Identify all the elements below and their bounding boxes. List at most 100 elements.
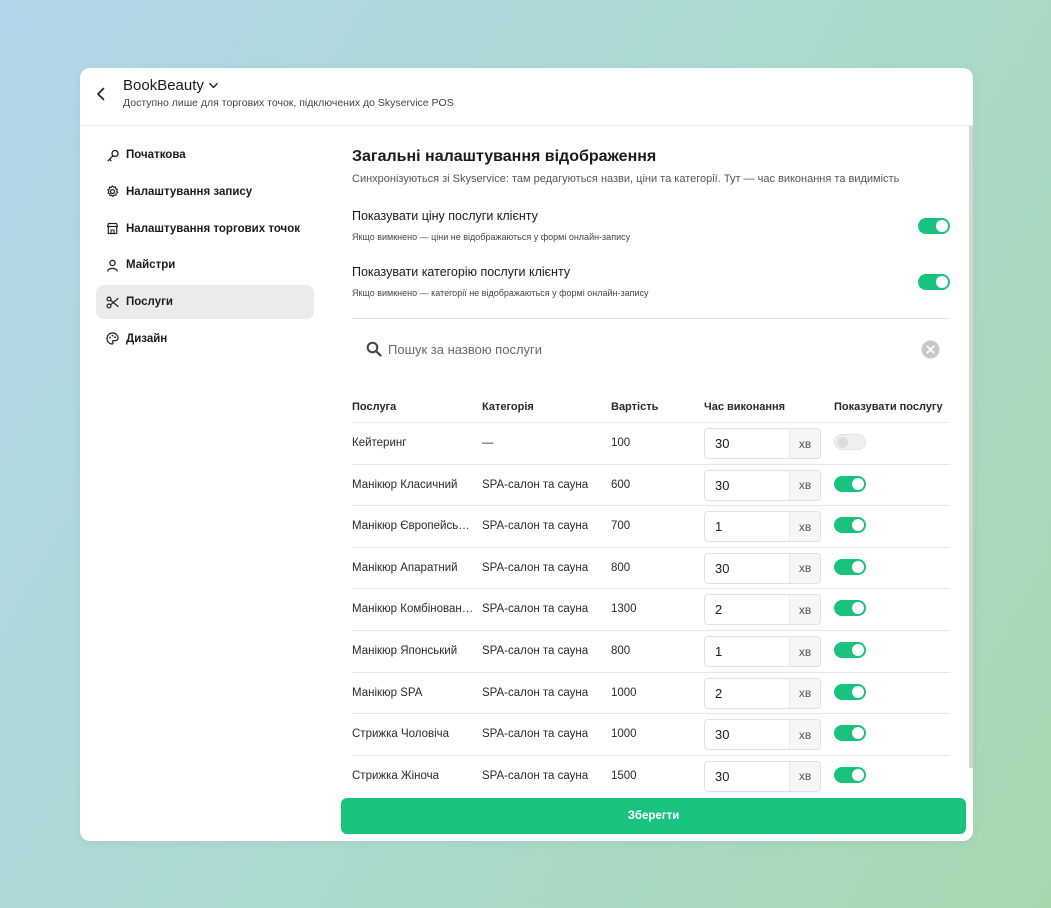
column-header-visible: Показувати послугу (834, 401, 943, 413)
back-button[interactable] (94, 86, 108, 102)
table-row: Кейтеринг — 100 хв (352, 422, 950, 464)
duration-unit: хв (789, 637, 820, 666)
show-category-toggle[interactable] (918, 274, 950, 290)
duration-unit: хв (789, 512, 820, 542)
service-price: 1500 (611, 769, 637, 782)
sidebar-item-label: Налаштування запису (126, 185, 253, 198)
duration-input[interactable] (705, 553, 789, 583)
service-name: Манікюр SPA (352, 686, 423, 699)
show-price-toggle[interactable] (918, 218, 950, 234)
duration-unit: хв (789, 678, 820, 708)
duration-field: хв (704, 594, 821, 626)
search-input[interactable] (388, 338, 908, 360)
sidebar-item-outlets[interactable]: Налаштування торгових точок (96, 212, 314, 246)
service-name: Стрижка Жіноча (352, 769, 440, 782)
header: BookBeauty Доступно лише для торгових то… (80, 68, 973, 126)
table-row: Манікюр Європейський SPA-салон та сауна 70… (352, 505, 950, 547)
clear-search-icon[interactable] (921, 340, 940, 359)
duration-field: хв (704, 719, 821, 751)
duration-unit: хв (789, 595, 820, 625)
service-category: SPA-салон та сауна (482, 561, 589, 574)
scissors-icon (106, 296, 119, 309)
service-name: Манікюр Апаратний (352, 561, 458, 574)
sidebar-item-booking-settings[interactable]: Налаштування запису (96, 175, 314, 209)
page-subtitle: Синхронізуються зі Skyservice: там редаг… (352, 173, 900, 185)
table-row: Стрижка Жіноча SPA-салон та сауна 1500 хв (352, 754, 950, 797)
sidebar-item-services[interactable]: Послуги (96, 285, 314, 320)
service-visibility-toggle[interactable] (834, 725, 866, 742)
show-price-hint: Якщо вимкнено — ціни не відображаються у… (352, 232, 631, 242)
duration-input[interactable] (705, 761, 789, 791)
duration-input[interactable] (705, 678, 789, 708)
service-visibility-toggle[interactable] (834, 434, 866, 450)
duration-input[interactable] (705, 470, 789, 500)
service-category: SPA-салон та сауна (482, 645, 589, 657)
duration-input[interactable] (705, 512, 789, 542)
sidebar: Початкова Налаштування запису Налаштування… (96, 138, 314, 359)
gear-icon (107, 185, 119, 198)
sidebar-item-label: Майстри (126, 259, 176, 272)
store-icon (106, 222, 119, 235)
service-visibility-toggle[interactable] (834, 642, 866, 658)
service-name: Манікюр Японський (352, 645, 458, 657)
user-icon (107, 259, 118, 272)
service-category: SPA-салон та сауна (482, 603, 589, 616)
service-visibility-toggle[interactable] (834, 683, 866, 700)
service-visibility-toggle[interactable] (834, 558, 866, 575)
table-row: Манікюр SPA SPA-салон та сауна 1000 хв (352, 671, 950, 714)
service-category: SPA-салон та сауна (482, 769, 589, 782)
service-price: 1000 (611, 686, 637, 699)
sidebar-item-label: Дизайн (126, 332, 168, 345)
table-row: Манікюр Класичний SPA-салон та сауна 600 хв (352, 463, 950, 506)
duration-field: хв (704, 677, 821, 709)
save-button[interactable]: Зберегти (341, 798, 966, 834)
service-name: Манікюр Комбінований (352, 603, 474, 616)
duration-field: хв (704, 428, 821, 459)
column-header-category: Категорія (482, 401, 534, 413)
duration-unit: хв (789, 470, 820, 500)
scrollbar-thumb[interactable] (969, 126, 973, 768)
page-title: Загальні налаштування відображення (352, 148, 657, 165)
column-header-service: Послуга (352, 401, 397, 413)
duration-input[interactable] (705, 429, 789, 458)
duration-unit: хв (789, 720, 820, 750)
key-icon (107, 149, 119, 161)
duration-field: хв (704, 511, 821, 543)
app-title: BookBeauty (123, 77, 204, 94)
section-divider (352, 318, 950, 319)
show-category-label: Показувати категорію послуги клієнту (352, 265, 571, 279)
service-visibility-toggle[interactable] (834, 475, 866, 492)
duration-input[interactable] (705, 720, 789, 750)
search-icon (366, 341, 382, 357)
duration-input[interactable] (705, 637, 789, 666)
sidebar-item-label: Початкова (126, 149, 186, 161)
sidebar-item-label: Налаштування торгових точок (126, 222, 301, 235)
service-visibility-toggle[interactable] (834, 517, 866, 534)
app-switcher[interactable]: BookBeauty (123, 77, 219, 94)
service-category: SPA-салон та сауна (482, 686, 589, 699)
sidebar-item-masters[interactable]: Майстри (96, 248, 314, 282)
service-price: 600 (611, 478, 631, 491)
duration-field: хв (704, 469, 821, 501)
service-price: 1000 (611, 728, 637, 741)
service-name: Кейтеринг (352, 437, 407, 449)
show-category-hint: Якщо вимкнено — категорії не відображают… (352, 288, 649, 298)
duration-input[interactable] (705, 595, 789, 625)
duration-field: хв (704, 552, 821, 584)
sidebar-item-label: Послуги (126, 296, 173, 309)
service-name: Стрижка Чоловіча (352, 728, 450, 741)
service-visibility-toggle[interactable] (834, 766, 866, 783)
sidebar-item-home[interactable]: Початкова (96, 138, 314, 172)
service-category: — (482, 437, 494, 449)
duration-field: хв (704, 760, 821, 792)
palette-icon (106, 332, 119, 346)
column-header-price: Вартість (611, 401, 659, 413)
table-row: Манікюр Японський SPA-салон та сауна 800 хв (352, 630, 950, 672)
service-price: 700 (611, 520, 631, 533)
sidebar-item-design[interactable]: Дизайн (96, 322, 314, 356)
service-price: 100 (611, 437, 631, 449)
service-category: SPA-салон та сауна (482, 520, 589, 533)
service-visibility-toggle[interactable] (834, 600, 866, 617)
service-price: 1300 (611, 603, 637, 616)
duration-unit: хв (789, 553, 820, 583)
